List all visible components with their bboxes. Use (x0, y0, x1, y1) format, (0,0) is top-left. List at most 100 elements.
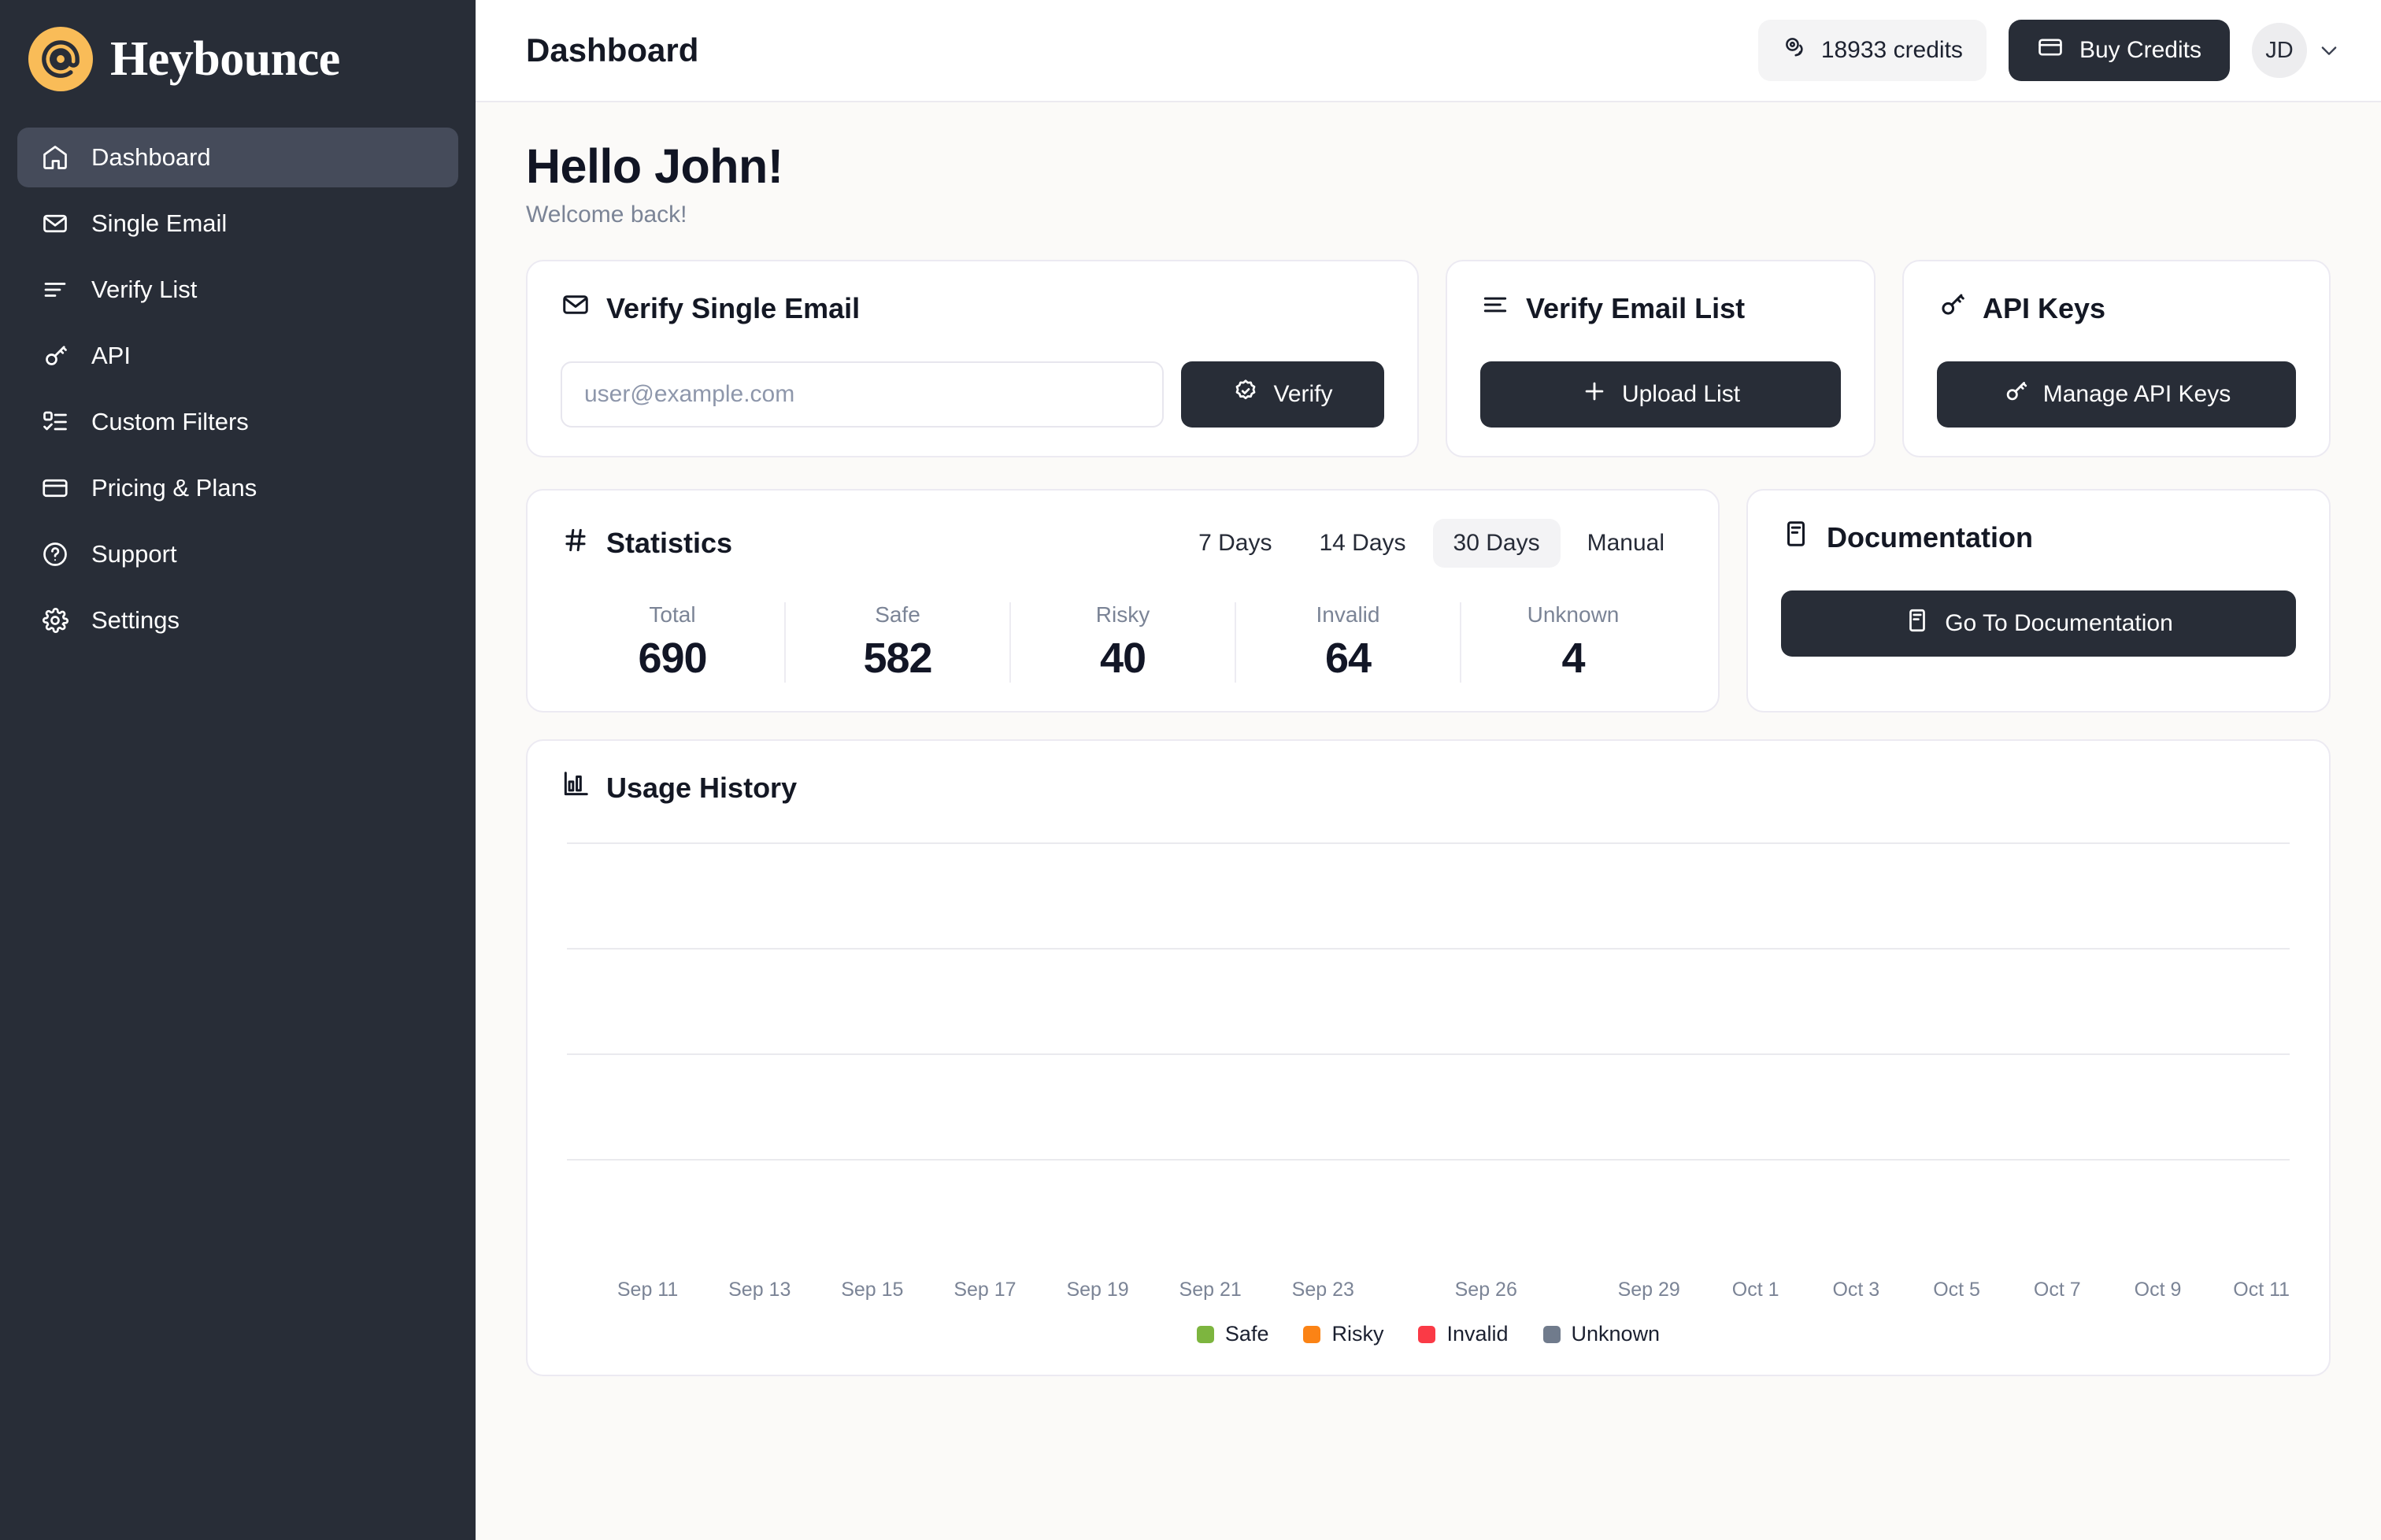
chart-bar-slot (1805, 844, 1859, 1266)
chart-bar-slot (783, 844, 836, 1266)
chart-x-tick (678, 1279, 728, 1301)
chart-x-tick: Sep 21 (1179, 1279, 1242, 1301)
chart-bar-slot (675, 844, 728, 1266)
chart-bar-slot (728, 844, 782, 1266)
email-input[interactable] (561, 361, 1164, 428)
stat-total: Total 690 (561, 602, 784, 683)
sidebar-item-dashboard[interactable]: Dashboard (17, 128, 458, 187)
help-circle-icon (39, 539, 71, 570)
chart-bar-slot (998, 844, 1051, 1266)
sidebar-item-single-email[interactable]: Single Email (17, 194, 458, 254)
stat-label: Unknown (1527, 602, 1620, 627)
credits-badge[interactable]: 18933 credits (1757, 20, 1987, 81)
chart-x-tick: Sep 29 (1617, 1279, 1680, 1301)
chart-bars (567, 844, 2290, 1266)
dashboard-content: Hello John! Welcome back! Verify Single … (476, 102, 2381, 1540)
key-icon (39, 340, 71, 372)
chart-bar-slot (1751, 844, 1805, 1266)
chart-bar-slot (1482, 844, 1535, 1266)
sidebar-item-label: Custom Filters (91, 408, 249, 435)
verify-email-list-card: Verify Email List Upload List (1446, 260, 1876, 457)
stats-docs-row: Statistics 7 Days 14 Days 30 Days Manual… (526, 489, 2331, 713)
chart-x-tick (567, 1279, 617, 1301)
manage-api-keys-label: Manage API Keys (2042, 381, 2231, 407)
card-title-text: Verify Email List (1526, 291, 1746, 324)
sidebar-item-label: Support (91, 540, 177, 568)
chart-bar-slot (1213, 844, 1267, 1266)
chart-legend-item-safe[interactable]: Safe (1196, 1322, 1269, 1346)
sidebar-item-custom-filters[interactable]: Custom Filters (17, 392, 458, 452)
chart-bar-slot (620, 844, 674, 1266)
coins-icon (1782, 34, 1809, 67)
statistics-header: Statistics 7 Days 14 Days 30 Days Manual (561, 519, 1685, 568)
stat-value: 40 (1099, 635, 1146, 682)
sidebar-item-label: Dashboard (91, 143, 211, 171)
avatar: JD (2252, 23, 2307, 78)
chart-bar-slot (2182, 844, 2235, 1266)
chevron-down-icon (2318, 39, 2340, 61)
chart-x-tick (791, 1279, 841, 1301)
chart-x-tick (1680, 1279, 1731, 1301)
upload-list-button[interactable]: Upload List (1480, 361, 1841, 428)
sidebar-item-label: Settings (91, 606, 180, 634)
stat-label: Safe (875, 602, 920, 627)
action-cards-row: Verify Single Email Verify (526, 260, 2331, 457)
sidebar-item-api[interactable]: API (17, 326, 458, 386)
go-to-documentation-button[interactable]: Go To Documentation (1781, 590, 2296, 657)
card-header: API Keys (1937, 290, 2296, 327)
chart-x-tick: Oct 9 (2134, 1279, 2182, 1301)
sidebar-item-label: Verify List (91, 276, 198, 303)
usage-history-card: Usage History Sep 11 Sep 13 Sep 15 Sep 17 Se… (526, 739, 2331, 1376)
chart-legend-item-risky[interactable]: Risky (1303, 1322, 1383, 1346)
stat-unknown: Unknown 4 (1460, 602, 1685, 683)
chart-legend-item-invalid[interactable]: Invalid (1418, 1322, 1509, 1346)
sidebar-item-pricing-plans[interactable]: Pricing & Plans (17, 458, 458, 518)
tab-14-days[interactable]: 14 Days (1298, 519, 1426, 568)
legend-label: Safe (1224, 1322, 1269, 1346)
legend-swatch-invalid (1418, 1325, 1436, 1343)
tab-manual[interactable]: Manual (1567, 519, 1685, 568)
credit-card-icon (2037, 34, 2064, 67)
chart-x-tick (1242, 1279, 1292, 1301)
chart-x-tick (1517, 1279, 1568, 1301)
chart-legend-item-unknown[interactable]: Unknown (1542, 1322, 1660, 1346)
legend-swatch-safe (1196, 1325, 1214, 1343)
at-sign-icon (28, 27, 93, 91)
chart-bar-slot (1913, 844, 1966, 1266)
stat-value: 4 (1561, 635, 1585, 682)
card-header: Verify Email List (1480, 290, 1841, 327)
chart-plot-area (567, 842, 2290, 1266)
statistics-grid: Total 690 Safe 582 Risky 40 Invalid 64 U… (561, 602, 1685, 683)
chart-x-tick: Sep 15 (841, 1279, 904, 1301)
manage-api-keys-button[interactable]: Manage API Keys (1937, 361, 2296, 428)
chart-x-tick (1405, 1279, 1455, 1301)
chart-gridline (567, 1053, 2290, 1055)
list-check-icon (39, 406, 71, 438)
chart-x-tick (1881, 1279, 1931, 1301)
card-header: Documentation (1781, 519, 2296, 556)
chart-x-tick: Sep 26 (1454, 1279, 1517, 1301)
sidebar-item-support[interactable]: Support (17, 524, 458, 584)
page-title: Dashboard (526, 31, 699, 68)
chart-x-tick: Sep 23 (1291, 1279, 1354, 1301)
api-keys-card: API Keys Manage API Keys (1902, 260, 2331, 457)
chart-bar-slot (1375, 844, 1428, 1266)
chart-x-tick (1016, 1279, 1067, 1301)
sidebar-item-settings[interactable]: Settings (17, 590, 458, 650)
documentation-card: Documentation Go To Documentation (1746, 489, 2331, 713)
card-title-text: API Keys (1983, 291, 2106, 324)
chart-x-tick: Oct 3 (1832, 1279, 1880, 1301)
tab-7-days[interactable]: 7 Days (1178, 519, 1292, 568)
book-icon (1904, 607, 1931, 640)
verify-button[interactable]: Verify (1181, 361, 1384, 428)
chart-x-tick (1781, 1279, 1831, 1301)
tab-30-days[interactable]: 30 Days (1432, 519, 1561, 568)
go-to-documentation-label: Go To Documentation (1945, 610, 2173, 636)
sidebar-item-verify-list[interactable]: Verify List (17, 260, 458, 320)
chart-x-tick (1129, 1279, 1179, 1301)
buy-credits-button[interactable]: Buy Credits (2008, 20, 2230, 81)
user-menu[interactable]: JD (2252, 23, 2340, 78)
bar-chart-icon (561, 769, 591, 806)
stat-value: 64 (1324, 635, 1372, 682)
card-header: Verify Single Email (561, 290, 1384, 327)
